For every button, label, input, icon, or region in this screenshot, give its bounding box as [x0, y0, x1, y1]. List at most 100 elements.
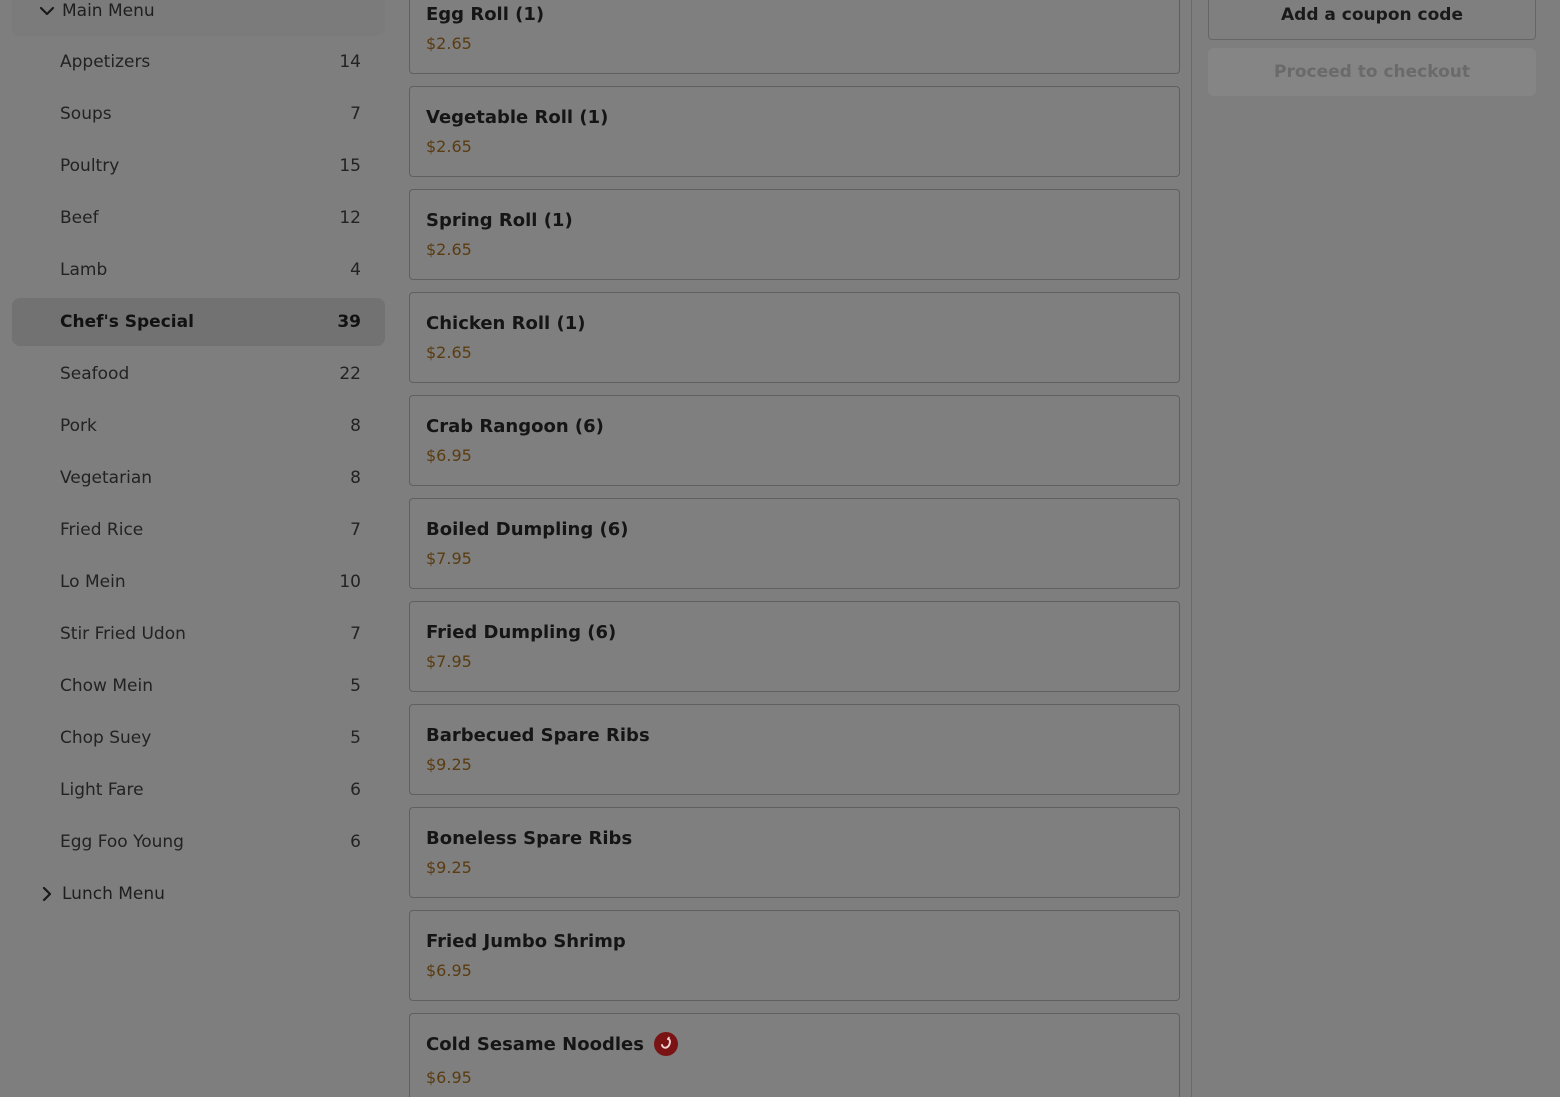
menu-item-price: $2.65	[426, 343, 472, 362]
sidebar-category-item[interactable]: Light Fare 6	[12, 766, 385, 814]
menu-item-card[interactable]: Chicken Roll (1) $2.65	[409, 292, 1180, 383]
menu-item-name-row: Spring Roll (1)	[426, 206, 1163, 234]
menu-item-name-row: Boiled Dumpling (6)	[426, 515, 1163, 543]
sidebar-category-item[interactable]: Chow Mein 5	[12, 662, 385, 710]
category-label: Poultry	[60, 156, 120, 176]
category-count: 22	[339, 364, 361, 384]
chili-pepper-icon	[653, 1032, 678, 1056]
menu-item-price: $6.95	[426, 446, 472, 465]
category-label: Stir Fried Udon	[60, 624, 186, 644]
menu-item-card[interactable]: Egg Roll (1) $2.65	[409, 0, 1180, 74]
menu-item-name: Vegetable Roll (1)	[426, 106, 609, 128]
category-count: 15	[339, 156, 361, 176]
menu-item-name: Egg Roll (1)	[426, 3, 545, 25]
sidebar-category-item[interactable]: Lamb 4	[12, 246, 385, 294]
category-label: Appetizers	[60, 52, 151, 72]
menu-item-card[interactable]: Cold Sesame Noodles $6.95	[409, 1013, 1180, 1097]
menu-item-price: $2.65	[426, 34, 472, 53]
menu-item-card[interactable]: Fried Jumbo Shrimp $6.95	[409, 910, 1180, 1001]
menu-item-price: $2.65	[426, 240, 472, 259]
category-count: 8	[350, 416, 361, 436]
category-count: 5	[350, 728, 361, 748]
cart-panel: Add a coupon code Proceed to checkout	[1208, 0, 1536, 96]
category-label: Chow Mein	[60, 676, 153, 696]
sidebar-category-item[interactable]: Beef 12	[12, 194, 385, 242]
add-coupon-button[interactable]: Add a coupon code	[1208, 0, 1536, 40]
category-count: 5	[350, 676, 361, 696]
sidebar-category-item[interactable]: Poultry 15	[12, 142, 385, 190]
menu-item-name-row: Cold Sesame Noodles	[426, 1030, 1163, 1058]
sidebar-category-item[interactable]: Chef's Special 39	[12, 298, 385, 346]
menu-item-name: Barbecued Spare Ribs	[426, 724, 650, 746]
menu-item-price: $9.25	[426, 755, 472, 774]
menu-item-price: $7.95	[426, 549, 472, 568]
category-label: Soups	[60, 104, 112, 124]
menu-item-price: $9.25	[426, 858, 472, 877]
category-count: 39	[337, 312, 361, 332]
category-label: Vegetarian	[60, 468, 153, 488]
menu-item-name-row: Egg Roll (1)	[426, 0, 1163, 28]
category-label: Seafood	[60, 364, 130, 384]
menu-item-card[interactable]: Crab Rangoon (6) $6.95	[409, 395, 1180, 486]
sidebar-category-item[interactable]: Pork 8	[12, 402, 385, 450]
category-label: Light Fare	[60, 780, 144, 800]
sidebar-category-item[interactable]: Appetizers 14	[12, 38, 385, 86]
category-label: Chop Suey	[60, 728, 152, 748]
menu-item-list: Egg Roll (1) $2.65 Vegetable Roll (1) $2.65…	[409, 0, 1180, 1097]
chevron-down-icon	[39, 6, 55, 16]
category-count: 7	[350, 624, 361, 644]
sidebar-category-item[interactable]: Vegetarian 8	[12, 454, 385, 502]
menu-item-name: Cold Sesame Noodles	[426, 1033, 644, 1055]
lunch-menu-toggle[interactable]: Lunch Menu	[12, 870, 385, 918]
category-label: Chef's Special	[60, 312, 194, 332]
menu-item-name-row: Chicken Roll (1)	[426, 309, 1163, 337]
checkout-button[interactable]: Proceed to checkout	[1208, 48, 1536, 96]
menu-item-card[interactable]: Boiled Dumpling (6) $7.95	[409, 498, 1180, 589]
sidebar-category-item[interactable]: Lo Mein 10	[12, 558, 385, 606]
menu-item-name: Fried Dumpling (6)	[426, 621, 617, 643]
menu-item-price: $6.95	[426, 1068, 472, 1087]
menu-item-card[interactable]: Boneless Spare Ribs $9.25	[409, 807, 1180, 898]
menu-item-name-row: Fried Dumpling (6)	[426, 618, 1163, 646]
category-count: 7	[350, 520, 361, 540]
category-label: Lo Mein	[60, 572, 126, 592]
category-count: 4	[350, 260, 361, 280]
category-count: 10	[339, 572, 361, 592]
category-sidebar: Main Menu Appetizers 14 Soups 7 Poultry 15 Bee…	[12, 0, 385, 918]
menu-item-card[interactable]: Spring Roll (1) $2.65	[409, 189, 1180, 280]
menu-item-card[interactable]: Fried Dumpling (6) $7.95	[409, 601, 1180, 692]
category-label: Fried Rice	[60, 520, 144, 540]
lunch-menu-label: Lunch Menu	[62, 884, 165, 904]
menu-item-card[interactable]: Vegetable Roll (1) $2.65	[409, 86, 1180, 177]
main-menu-label: Main Menu	[62, 1, 155, 21]
category-label: Egg Foo Young	[60, 832, 184, 852]
menu-item-name: Boiled Dumpling (6)	[426, 518, 629, 540]
column-divider	[1191, 0, 1192, 1097]
sidebar-category-item[interactable]: Fried Rice 7	[12, 506, 385, 554]
menu-item-price: $2.65	[426, 137, 472, 156]
category-label: Lamb	[60, 260, 108, 280]
sidebar-category-item[interactable]: Soups 7	[12, 90, 385, 138]
menu-item-card[interactable]: Barbecued Spare Ribs $9.25	[409, 704, 1180, 795]
menu-item-name-row: Crab Rangoon (6)	[426, 412, 1163, 440]
menu-item-name-row: Boneless Spare Ribs	[426, 824, 1163, 852]
category-count: 6	[350, 780, 361, 800]
menu-item-price: $6.95	[426, 961, 472, 980]
main-menu-toggle[interactable]: Main Menu	[12, 0, 385, 36]
menu-item-name-row: Barbecued Spare Ribs	[426, 721, 1163, 749]
category-label: Pork	[60, 416, 97, 436]
sidebar-category-item[interactable]: Chop Suey 5	[12, 714, 385, 762]
chevron-right-icon	[42, 886, 52, 902]
category-label: Beef	[60, 208, 99, 228]
menu-item-price: $7.95	[426, 652, 472, 671]
category-count: 7	[350, 104, 361, 124]
sidebar-category-item[interactable]: Seafood 22	[12, 350, 385, 398]
category-count: 8	[350, 468, 361, 488]
menu-item-name-row: Fried Jumbo Shrimp	[426, 927, 1163, 955]
category-count: 14	[339, 52, 361, 72]
menu-item-name: Crab Rangoon (6)	[426, 415, 604, 437]
sidebar-category-item[interactable]: Stir Fried Udon 7	[12, 610, 385, 658]
sidebar-category-item[interactable]: Egg Foo Young 6	[12, 818, 385, 866]
menu-item-name: Fried Jumbo Shrimp	[426, 930, 626, 952]
menu-item-name: Spring Roll (1)	[426, 209, 573, 231]
